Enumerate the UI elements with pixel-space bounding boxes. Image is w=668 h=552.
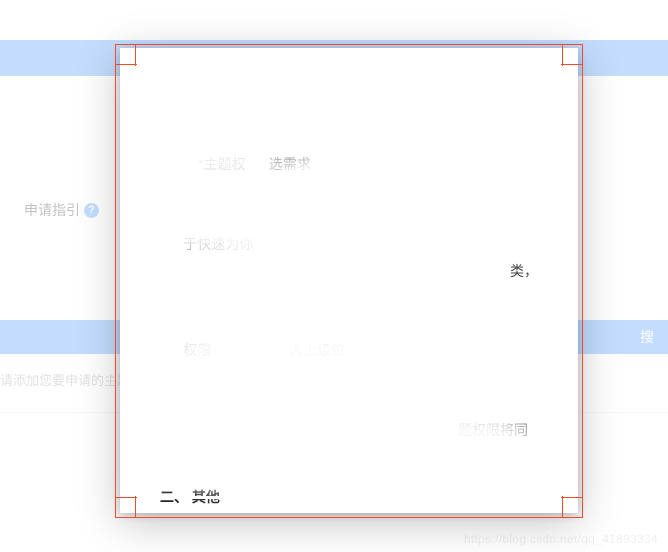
- text-fragment: 权限: [183, 342, 211, 358]
- guide-popover: “主题权 选需求 于快速为你 类， 权限 人上级位 题权限将同 二、 其他 “预…: [120, 48, 578, 513]
- guide-content: “主题权 选需求 于快速为你 类， 权限 人上级位 题权限将同 二、 其他 “预…: [120, 48, 578, 513]
- text-fragment: 人上级位: [289, 342, 345, 358]
- text-fragment: 类，: [510, 258, 538, 285]
- content-line: 题权限将同: [160, 391, 538, 471]
- text-fragment: 于快速为你: [183, 236, 253, 252]
- text-fragment: 题权限将同: [458, 422, 528, 438]
- content-line: 权限 人上级位: [160, 311, 538, 391]
- content-line: 于快速为你 类，: [160, 204, 538, 310]
- text-fragment: “主题权: [199, 156, 246, 172]
- text-fragment: 选需求: [269, 156, 311, 172]
- content-line: “主题权 选需求: [160, 125, 538, 205]
- section2-title: 二、 其他: [160, 484, 538, 511]
- section1-title: [160, 90, 538, 117]
